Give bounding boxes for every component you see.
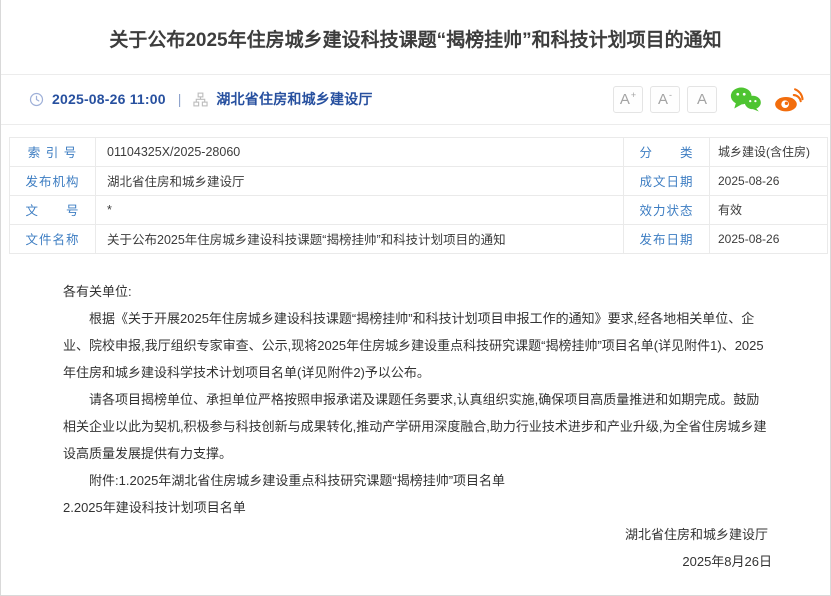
attachment-label: 附件:	[89, 473, 119, 488]
meta-toolbar: A+ A- A	[613, 86, 804, 113]
field-label-category: 分 类	[624, 137, 710, 166]
notice-page: 关于公布2025年住房城乡建设科技课题“揭榜挂帅”和科技计划项目的通知 2025…	[0, 0, 831, 596]
field-value-written-date: 2025-08-26	[710, 166, 828, 195]
table-row: 索 引 号 01104325X/2025-28060 分 类 城乡建设(含住房)	[10, 137, 828, 166]
field-label-validity-status: 效力状态	[624, 195, 710, 224]
salutation: 各有关单位:	[63, 278, 772, 305]
attachment-line-1: 附件:1.2025年湖北省住房城乡建设重点科技研究课题“揭榜挂帅”项目名单	[63, 467, 772, 494]
signature-organization: 湖北省住房和城乡建设厅	[63, 521, 772, 548]
font-decrease-button[interactable]: A-	[650, 86, 680, 113]
field-label-issuing-agency: 发布机构	[10, 166, 96, 195]
clock-icon	[29, 92, 44, 107]
weibo-share-icon[interactable]	[774, 86, 804, 112]
font-decrease-sign: -	[669, 91, 672, 100]
field-label-doc-number: 文 号	[10, 195, 96, 224]
title-section: 关于公布2025年住房城乡建设科技课题“揭榜挂帅”和科技计划项目的通知	[1, 0, 830, 75]
signature-date: 2025年8月26日	[63, 548, 772, 575]
organization-icon	[193, 92, 208, 107]
table-row: 文 号 * 效力状态 有效	[10, 195, 828, 224]
meta-info: 2025-08-26 11:00 | 湖北省住房和城乡建设厅	[29, 89, 373, 109]
wechat-share-icon[interactable]	[730, 86, 761, 112]
field-label-publish-date: 发布日期	[624, 224, 710, 253]
font-decrease-label: A	[658, 92, 668, 107]
field-label-written-date: 成文日期	[624, 166, 710, 195]
document-body: 各有关单位: 根据《关于开展2025年住房城乡建设科技课题“揭榜挂帅”和科技计划…	[1, 254, 830, 575]
source-name: 湖北省住房和城乡建设厅	[216, 89, 372, 109]
meta-bar: 2025-08-26 11:00 | 湖北省住房和城乡建设厅 A+ A- A	[1, 75, 830, 125]
font-increase-sign: +	[631, 91, 636, 100]
field-value-doc-number: *	[96, 195, 624, 224]
font-increase-button[interactable]: A+	[613, 86, 643, 113]
attachment-item-1: 1.2025年湖北省住房城乡建设重点科技研究课题“揭榜挂帅”项目名单	[119, 473, 505, 488]
font-increase-label: A	[620, 92, 630, 107]
publish-datetime: 2025-08-26 11:00	[52, 91, 166, 107]
field-value-category: 城乡建设(含住房)	[710, 137, 828, 166]
table-row: 发布机构 湖北省住房和城乡建设厅 成文日期 2025-08-26	[10, 166, 828, 195]
field-value-doc-title: 关于公布2025年住房城乡建设科技课题“揭榜挂帅”和科技计划项目的通知	[96, 224, 624, 253]
font-reset-label: A	[697, 92, 707, 107]
field-label-index-number: 索 引 号	[10, 137, 96, 166]
table-row: 文件名称 关于公布2025年住房城乡建设科技课题“揭榜挂帅”和科技计划项目的通知…	[10, 224, 828, 253]
page-title: 关于公布2025年住房城乡建设科技课题“揭榜挂帅”和科技计划项目的通知	[46, 27, 785, 56]
field-value-validity-status: 有效	[710, 195, 828, 224]
document-info-table: 索 引 号 01104325X/2025-28060 分 类 城乡建设(含住房)…	[9, 137, 828, 254]
font-reset-button[interactable]: A	[687, 86, 717, 113]
paragraph-2: 请各项目揭榜单位、承担单位严格按照申报承诺及课题任务要求,认真组织实施,确保项目…	[63, 386, 772, 467]
field-value-publish-date: 2025-08-26	[710, 224, 828, 253]
meta-separator: |	[178, 91, 182, 107]
paragraph-1: 根据《关于开展2025年住房城乡建设科技课题“揭榜挂帅”和科技计划项目申报工作的…	[63, 305, 772, 386]
field-value-index-number: 01104325X/2025-28060	[96, 137, 624, 166]
field-label-doc-title: 文件名称	[10, 224, 96, 253]
attachment-item-2: 2.2025年建设科技计划项目名单	[63, 494, 772, 521]
field-value-issuing-agency: 湖北省住房和城乡建设厅	[96, 166, 624, 195]
